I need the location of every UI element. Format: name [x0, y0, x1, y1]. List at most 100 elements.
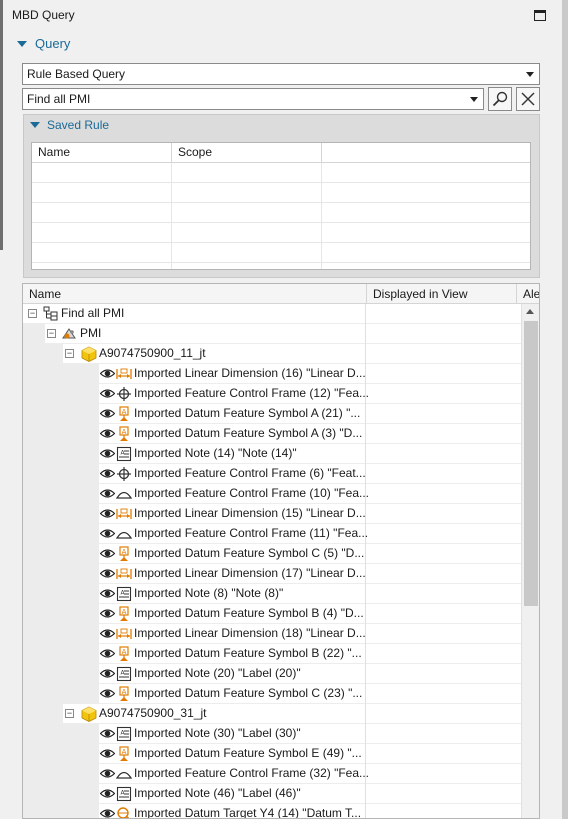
indent-shade [23, 784, 99, 803]
visibility-eye-icon[interactable] [99, 588, 116, 599]
scrollbar-thumb[interactable] [524, 321, 538, 606]
tree-row-pmi-item[interactable]: Imported Feature Control Frame (11) "Fea… [23, 524, 521, 544]
tree-row-pmi-item[interactable]: A Imported Datum Feature Symbol B (22) ".… [23, 644, 521, 664]
saved-rule-grid[interactable]: Name Scope [31, 142, 531, 270]
tree-row-pmi-item[interactable]: A Imported Note (30) "Label (30)" [23, 724, 521, 744]
visibility-eye-icon[interactable] [99, 488, 116, 499]
tree-row-pmi-item[interactable]: Imported Linear Dimension (17) "Linear D… [23, 564, 521, 584]
visibility-eye-icon[interactable] [99, 428, 116, 439]
visibility-eye-icon[interactable] [99, 408, 116, 419]
tree-row-pmi-item[interactable]: A Imported Datum Feature Symbol C (23) ".… [23, 684, 521, 704]
results-rows: − Find all PMI − PMI − A9074750900_11_jt Impor… [23, 304, 521, 819]
visibility-eye-icon[interactable] [99, 568, 116, 579]
tree-row-pmi-item[interactable]: A Imported Datum Feature Symbol A (3) "D.… [23, 424, 521, 444]
visibility-eye-icon[interactable] [99, 368, 116, 379]
visibility-eye-icon[interactable] [99, 788, 116, 799]
visibility-eye-icon[interactable] [99, 628, 116, 639]
rule-select[interactable]: Find all PMI [22, 88, 484, 110]
visibility-eye-icon[interactable] [99, 728, 116, 739]
indent-shade [23, 544, 99, 563]
tree-row-part[interactable]: − A9074750900_31_jt [23, 704, 521, 724]
collapse-triangle-icon [30, 122, 40, 128]
indent-shade [23, 604, 99, 623]
tree-row-pmi-item[interactable]: A Imported Note (14) "Note (14)" [23, 444, 521, 464]
visibility-eye-icon[interactable] [99, 808, 116, 818]
visibility-eye-icon[interactable] [99, 388, 116, 399]
visibility-eye-icon[interactable] [99, 668, 116, 679]
collapse-toggle[interactable]: − [28, 309, 37, 318]
collapse-toggle[interactable]: − [47, 329, 56, 338]
tree-row-pmi[interactable]: − PMI [23, 324, 521, 344]
feature-control-frame-icon [116, 466, 132, 482]
saved-rule-grid-header: Name Scope [32, 143, 530, 163]
linear-dimension-icon [116, 506, 132, 522]
visibility-eye-icon[interactable] [99, 528, 116, 539]
svg-text:A: A [122, 428, 127, 436]
svg-text:A: A [122, 648, 127, 656]
maximize-icon[interactable] [534, 10, 546, 21]
column-header-scope[interactable]: Scope [172, 143, 322, 162]
visibility-eye-icon[interactable] [99, 608, 116, 619]
tree-node-label: Imported Note (14) "Note (14)" [134, 446, 297, 460]
column-header-alert[interactable]: Ale [517, 284, 539, 304]
saved-rule-header[interactable]: Saved Rule [30, 118, 109, 132]
tree-node-label: A9074750900_31_jt [99, 706, 207, 720]
search-button[interactable] [488, 87, 512, 111]
column-header-displayed-in-view[interactable]: Displayed in View [367, 284, 517, 304]
tree-row-pmi-item[interactable]: A Imported Note (46) "Label (46)" [23, 784, 521, 804]
column-header-name[interactable]: Name [23, 284, 367, 304]
tree-row-pmi-item[interactable]: Imported Datum Target Y4 (14) "Datum T..… [23, 804, 521, 819]
datum-feature-symbol-icon: A [116, 686, 132, 702]
tree-node-label: Imported Linear Dimension (17) "Linear D… [134, 566, 366, 580]
svg-text:A: A [122, 688, 127, 696]
tree-node-label: A9074750900_11_jt [99, 346, 206, 360]
visibility-eye-icon[interactable] [99, 468, 116, 479]
visibility-eye-icon[interactable] [99, 548, 116, 559]
visibility-eye-icon[interactable] [99, 768, 116, 779]
tree-row-pmi-item[interactable]: A Imported Datum Feature Symbol B (4) "D.… [23, 604, 521, 624]
query-type-value: Rule Based Query [27, 67, 126, 81]
tree-row-part[interactable]: − A9074750900_11_jt [23, 344, 521, 364]
tree-node-label: Imported Datum Target Y4 (14) "Datum T..… [134, 806, 362, 819]
query-section-header[interactable]: Query [17, 36, 70, 51]
indent-shade [23, 384, 99, 403]
tree-node-label: Imported Feature Control Frame (12) "Fea… [134, 386, 370, 400]
tree-row-pmi-item[interactable]: Imported Linear Dimension (18) "Linear D… [23, 624, 521, 644]
svg-text:A: A [122, 748, 127, 756]
collapse-toggle[interactable]: − [65, 709, 74, 718]
visibility-eye-icon[interactable] [99, 448, 116, 459]
tree-node-label: Imported Feature Control Frame (10) "Fea… [134, 486, 370, 500]
indent-shade [23, 364, 99, 383]
visibility-eye-icon[interactable] [99, 688, 116, 699]
clear-button[interactable] [516, 87, 540, 111]
tree-row-pmi-item[interactable]: A Imported Datum Feature Symbol A (21) ".… [23, 404, 521, 424]
tree-row-root[interactable]: − Find all PMI [23, 304, 521, 324]
query-section-label: Query [35, 36, 71, 51]
tree-row-pmi-item[interactable]: Imported Feature Control Frame (12) "Fea… [23, 384, 521, 404]
datum-feature-symbol-icon: A [116, 646, 132, 662]
tree-row-pmi-item[interactable]: A Imported Note (8) "Note (8)" [23, 584, 521, 604]
indent-shade [23, 444, 99, 463]
right-edge [562, 0, 568, 819]
vertical-scrollbar[interactable] [521, 304, 539, 818]
visibility-eye-icon[interactable] [99, 648, 116, 659]
tree-row-pmi-item[interactable]: Imported Feature Control Frame (32) "Fea… [23, 764, 521, 784]
visibility-eye-icon[interactable] [99, 748, 116, 759]
tree-row-pmi-item[interactable]: Imported Linear Dimension (15) "Linear D… [23, 504, 521, 524]
tree-row-pmi-item[interactable]: A Imported Note (20) "Label (20)" [23, 664, 521, 684]
tree-node-label: Imported Feature Control Frame (11) "Fea… [134, 526, 369, 540]
scroll-up-arrow-icon[interactable] [526, 309, 534, 314]
column-header-name[interactable]: Name [32, 143, 172, 162]
collapse-toggle[interactable]: − [65, 349, 74, 358]
saved-rule-empty-row [32, 223, 530, 243]
tree-row-pmi-item[interactable]: A Imported Datum Feature Symbol E (49) ".… [23, 744, 521, 764]
tree-row-pmi-item[interactable]: Imported Feature Control Frame (6) "Feat… [23, 464, 521, 484]
tree-row-pmi-item[interactable]: Imported Feature Control Frame (10) "Fea… [23, 484, 521, 504]
linear-dimension-icon [116, 566, 132, 582]
tree-row-pmi-item[interactable]: Imported Linear Dimension (16) "Linear D… [23, 364, 521, 384]
search-icon [492, 91, 508, 107]
results-tree[interactable]: Name Displayed in View Ale − Find all PMI… [22, 283, 540, 819]
visibility-eye-icon[interactable] [99, 508, 116, 519]
query-type-select[interactable]: Rule Based Query [22, 63, 540, 85]
tree-row-pmi-item[interactable]: A Imported Datum Feature Symbol C (5) "D.… [23, 544, 521, 564]
